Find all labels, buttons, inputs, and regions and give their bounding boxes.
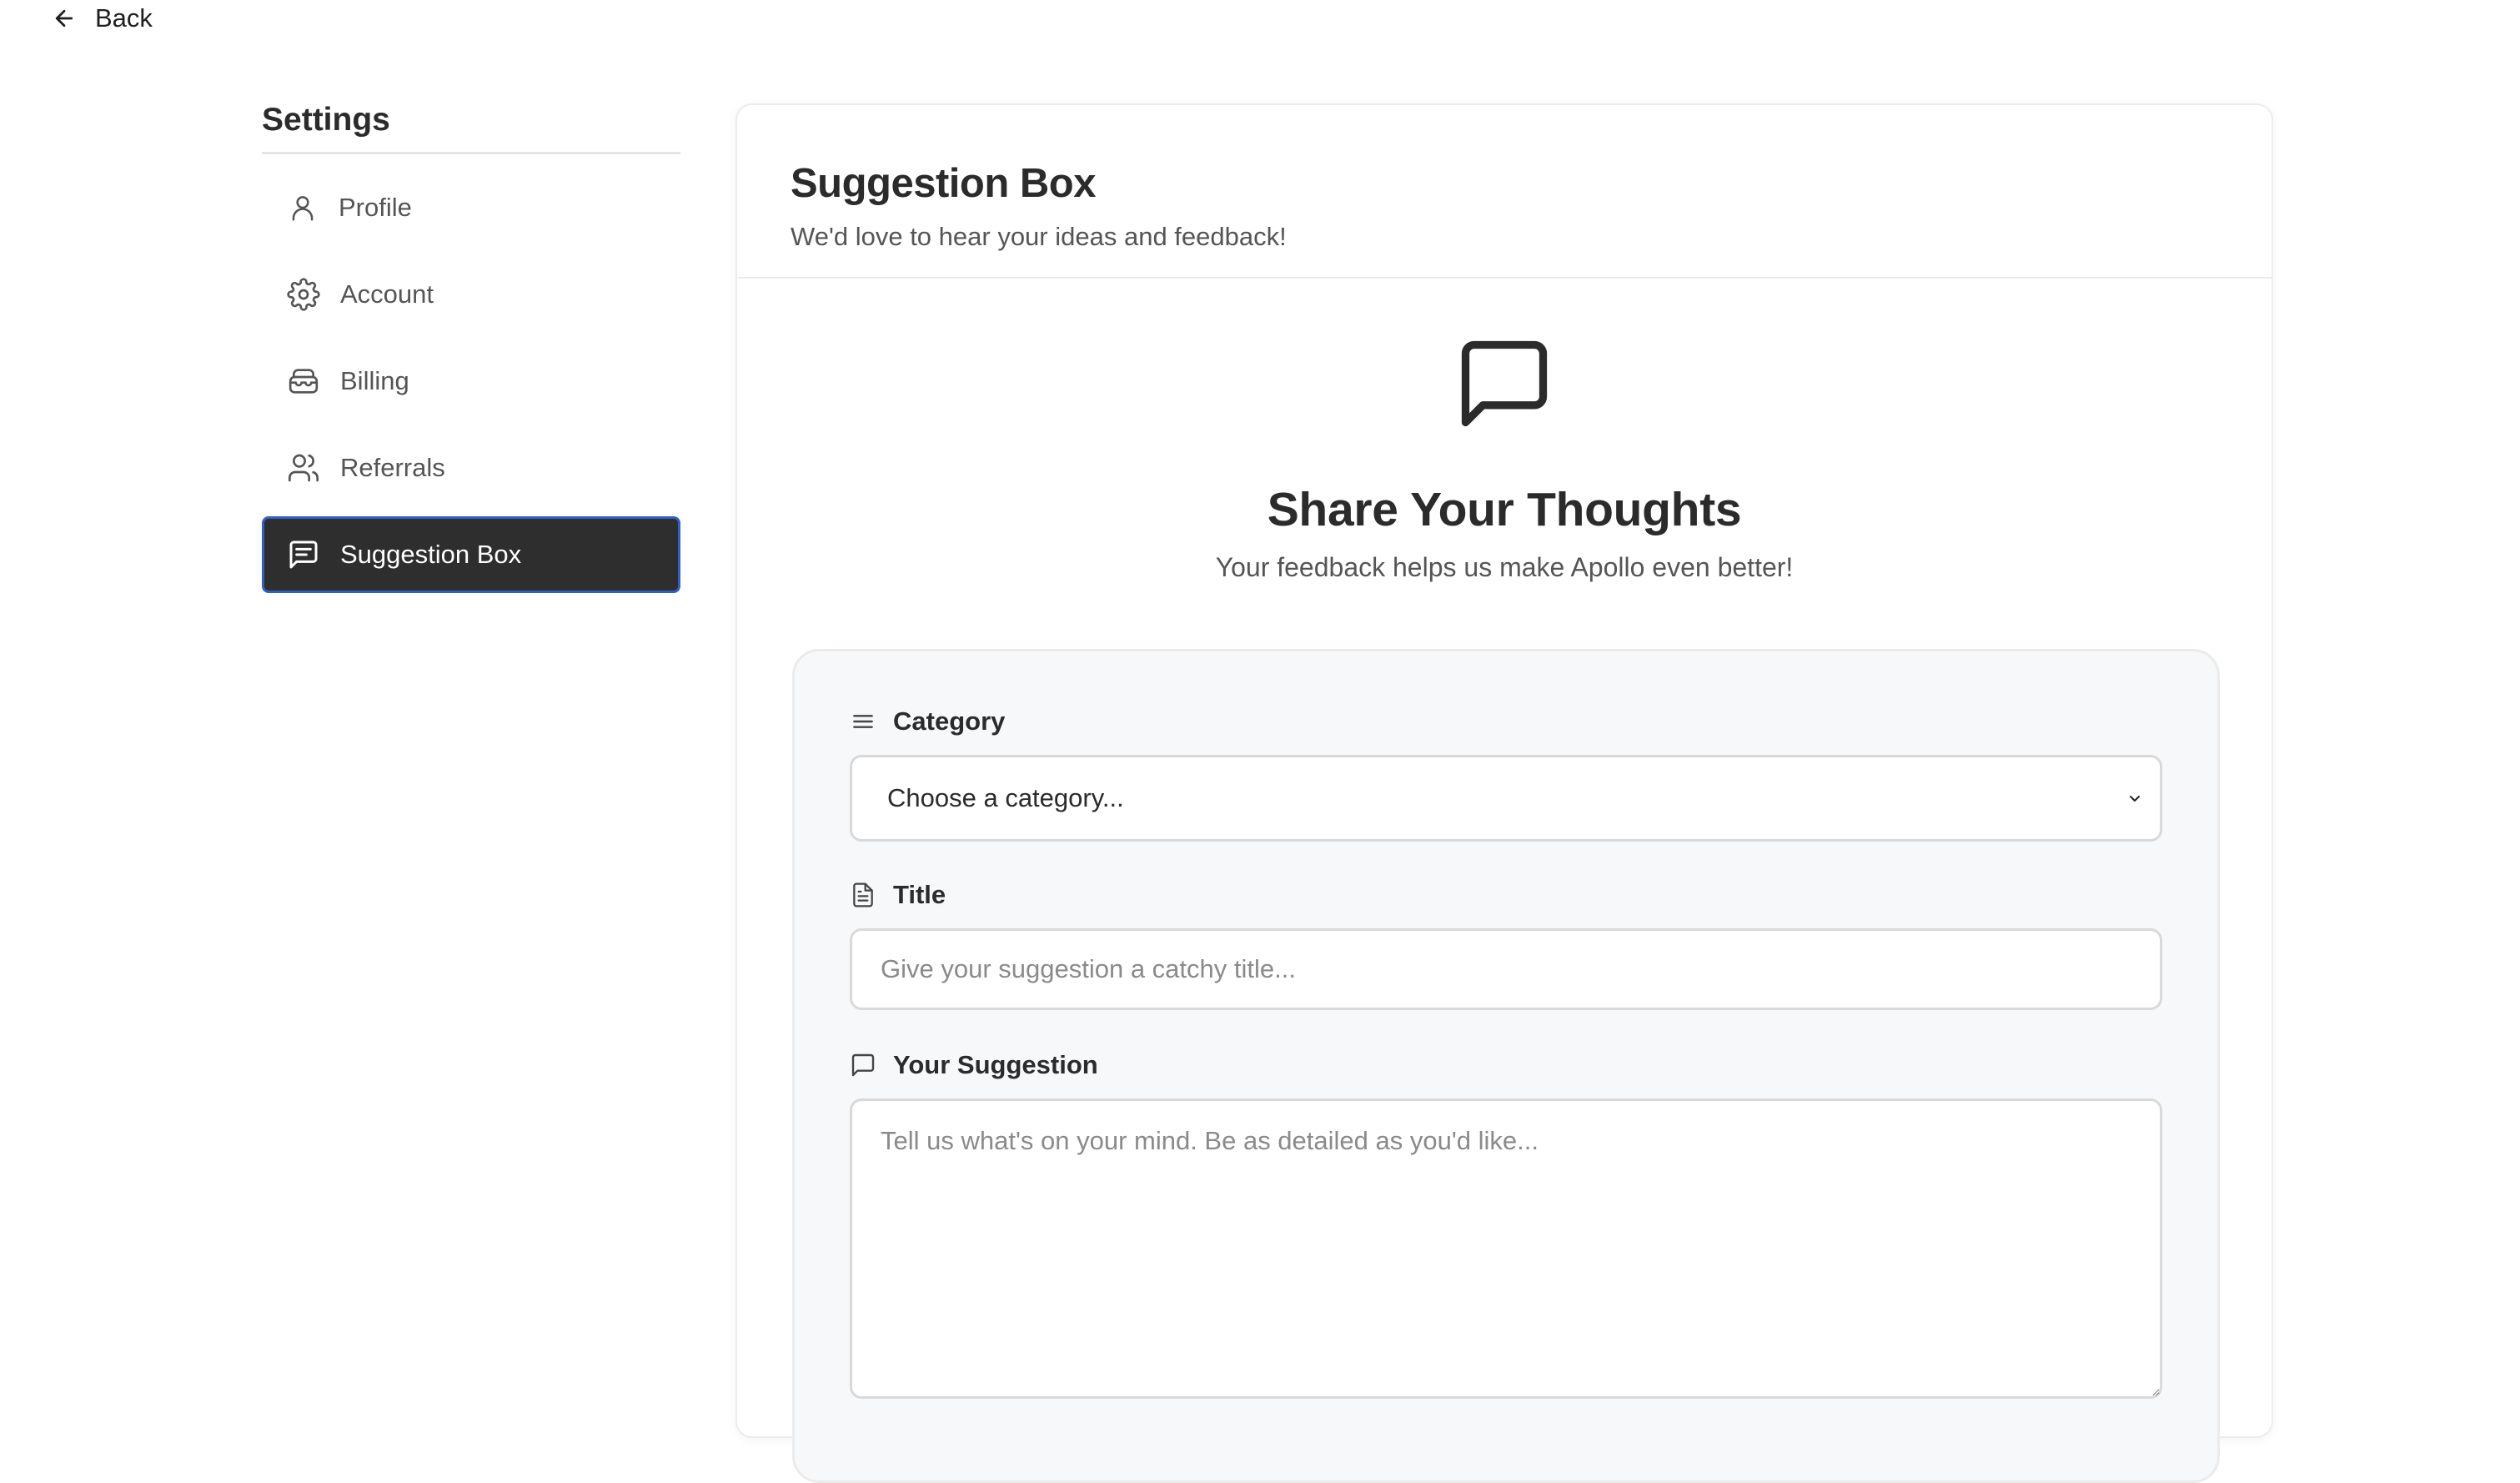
sidebar-item-label: Profile <box>339 193 412 222</box>
hero-subtitle: Your feedback helps us make Apollo even … <box>1215 552 1794 582</box>
user-icon <box>287 192 319 224</box>
settings-title: Settings <box>262 102 680 154</box>
suggestion-box-card: Suggestion Box We'd love to hear your id… <box>735 103 2273 1483</box>
category-select-value: Choose a category... <box>887 783 1124 812</box>
card-subtitle: We'd love to hear your ideas and feedbac… <box>791 222 1287 251</box>
category-label-text: Category <box>893 706 1006 736</box>
menu-icon <box>850 708 876 735</box>
message-square-text-icon <box>287 538 320 571</box>
sidebar-item-account[interactable]: Account <box>262 256 680 333</box>
title-label-text: Title <box>893 880 946 909</box>
suggestion-textarea[interactable] <box>850 1098 2162 1399</box>
title-input[interactable] <box>850 928 2162 1010</box>
sidebar-item-label: Account <box>340 279 434 309</box>
sidebar-item-billing[interactable]: Billing <box>262 343 680 420</box>
wallet-icon <box>287 364 320 398</box>
sidebar-item-profile[interactable]: Profile <box>262 169 680 246</box>
sidebar-item-referrals[interactable]: Referrals <box>262 430 680 506</box>
sidebar-item-label: Suggestion Box <box>340 540 522 569</box>
suggestion-form: Category Choose a category... Title Your… <box>792 649 2220 1483</box>
sidebar-item-label: Referrals <box>340 453 445 482</box>
sidebar-item-label: Billing <box>340 366 409 395</box>
category-select[interactable]: Choose a category... <box>850 755 2162 842</box>
title-label: Title <box>850 878 2162 912</box>
gear-icon <box>287 278 320 311</box>
back-button[interactable]: Back <box>52 3 153 33</box>
category-label: Category <box>850 705 2162 738</box>
card-title: Suggestion Box <box>791 161 1096 206</box>
suggestion-label-text: Your Suggestion <box>893 1050 1098 1079</box>
sidebar-item-suggestion-box[interactable]: Suggestion Box <box>262 516 680 593</box>
arrow-left-icon <box>52 6 77 31</box>
chevron-down-icon <box>2125 788 2145 808</box>
hero-section: Share Your Thoughts Your feedback helps … <box>737 279 2272 583</box>
hero-title: Share Your Thoughts <box>1267 483 1742 536</box>
message-square-icon <box>1453 332 1556 435</box>
users-icon <box>287 451 320 485</box>
message-square-icon <box>850 1052 876 1078</box>
settings-sidebar: Settings Profile Account Billing Referra… <box>262 102 680 603</box>
card-header: Suggestion Box We'd love to hear your id… <box>737 105 2272 279</box>
suggestion-label: Your Suggestion <box>850 1048 2162 1082</box>
settings-nav: Profile Account Billing Referrals Sugges… <box>262 169 680 593</box>
file-text-icon <box>850 882 876 908</box>
back-label: Back <box>95 3 153 33</box>
